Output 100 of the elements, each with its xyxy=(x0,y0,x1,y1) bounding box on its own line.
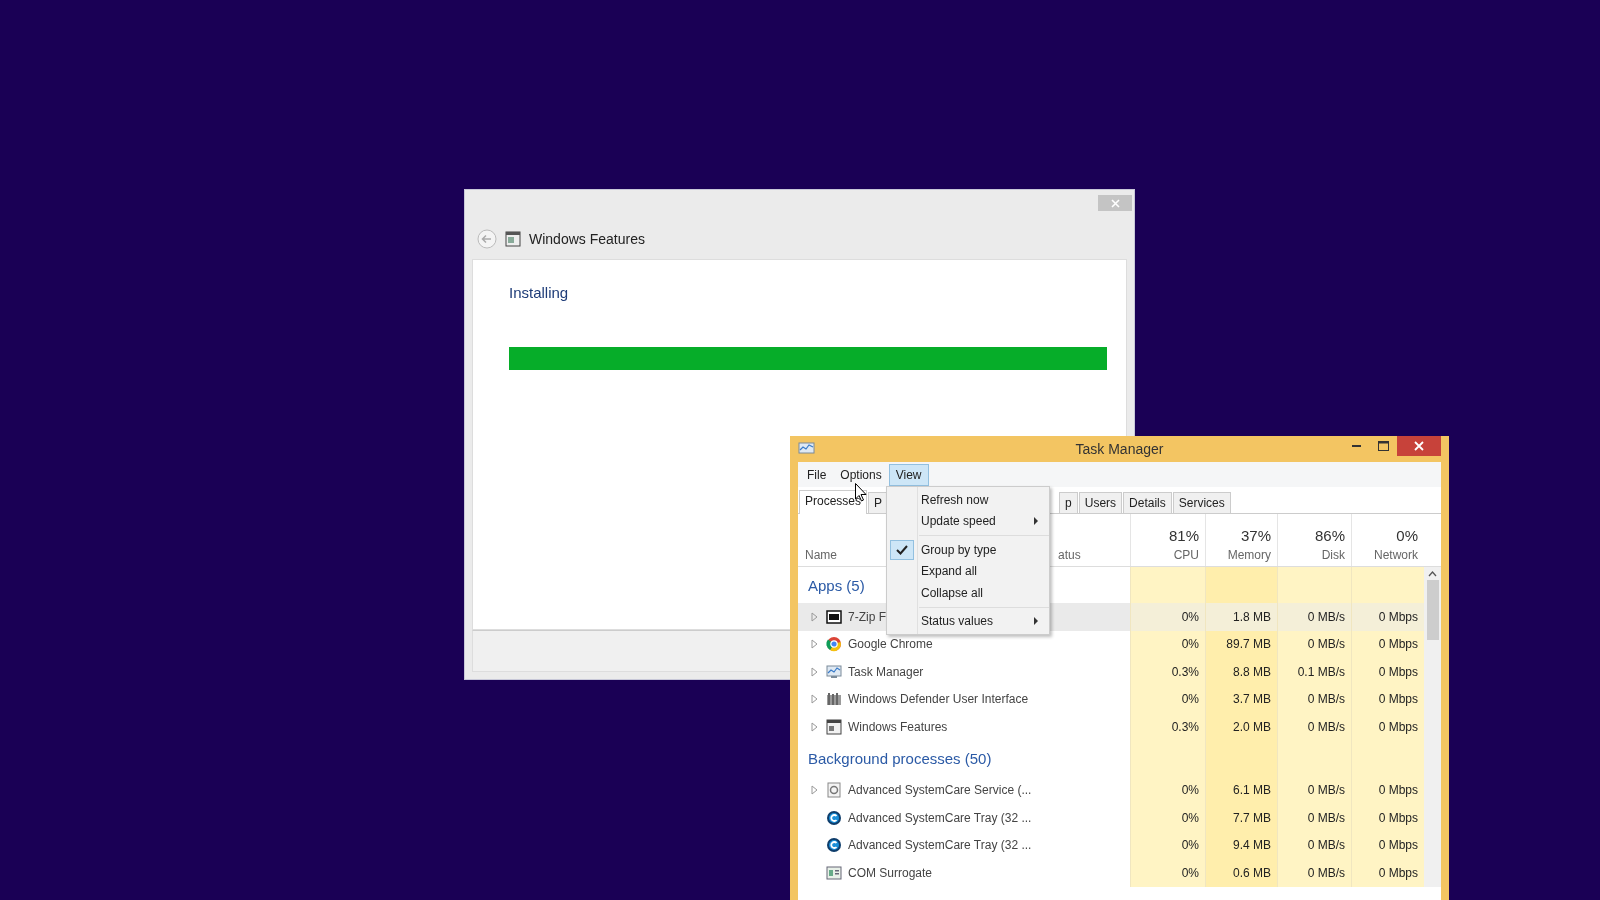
status-heading: Installing xyxy=(509,284,570,301)
cpu-cell: 0.3% xyxy=(1130,713,1205,741)
memory-cell: 7.7 MB xyxy=(1205,804,1277,832)
tab[interactable]: p xyxy=(1059,492,1078,513)
expand-icon[interactable] xyxy=(808,665,820,678)
network-cell: 0 Mbps xyxy=(1351,776,1424,804)
network-column-header[interactable]: Network xyxy=(1374,548,1418,562)
process-name: Advanced SystemCare Service (... xyxy=(848,783,1032,798)
cpu-cell: 0% xyxy=(1130,831,1205,859)
tab[interactable]: P xyxy=(868,492,889,513)
expand-icon[interactable] xyxy=(808,638,820,651)
network-cell: 0 Mbps xyxy=(1351,603,1424,631)
memory-column-header[interactable]: Memory xyxy=(1227,548,1271,562)
disk-cell: 0 MB/s xyxy=(1277,776,1351,804)
disk-cell: 0 MB/s xyxy=(1277,859,1351,887)
close-icon xyxy=(1414,441,1424,451)
process-row[interactable]: Advanced SystemCare Tray (32 ... 0% 7.7 MB 0 MB/s 0 Mbps xyxy=(798,804,1424,832)
scroll-up-icon[interactable] xyxy=(1428,571,1437,577)
network-cell: 0 Mbps xyxy=(1351,630,1424,658)
disk-column-header[interactable]: Disk xyxy=(1321,548,1345,562)
close-button[interactable] xyxy=(1098,195,1132,211)
memory-percent: 37% xyxy=(1240,527,1271,544)
window-title: Task Manager xyxy=(1075,441,1164,457)
memory-cell: 6.1 MB xyxy=(1205,776,1277,804)
disk-cell: 0 MB/s xyxy=(1277,804,1351,832)
memory-cell: 3.7 MB xyxy=(1205,685,1277,713)
minimize-icon xyxy=(1352,445,1361,447)
cpu-percent: 81% xyxy=(1168,527,1199,544)
expand-icon[interactable] xyxy=(808,693,820,706)
process-row[interactable]: Advanced SystemCare Service (... 0% 6.1 MB 0 MB/s 0 Mbps xyxy=(798,776,1424,804)
menu-item[interactable]: Options xyxy=(833,463,889,486)
scrollbar[interactable] xyxy=(1424,567,1441,887)
expand-icon[interactable] xyxy=(808,720,820,733)
menu-option[interactable]: Expand all xyxy=(887,560,1049,582)
service-icon xyxy=(826,782,842,799)
cpu-cell: 0% xyxy=(1130,685,1205,713)
tray-app-icon xyxy=(826,837,842,854)
tab[interactable]: Users xyxy=(1078,492,1123,513)
monitor-chart-icon xyxy=(798,441,816,457)
cpu-column-header[interactable]: CPU xyxy=(1173,548,1199,562)
cpu-cell: 0% xyxy=(1130,603,1205,631)
process-name: Windows Defender User Interface xyxy=(848,692,1029,707)
archive-icon xyxy=(826,608,842,625)
process-row[interactable]: Windows Features 0.3% 2.0 MB 0 MB/s 0 Mbps xyxy=(798,713,1424,741)
tab[interactable]: Details xyxy=(1123,492,1172,513)
expand-icon[interactable] xyxy=(808,784,820,797)
process-row[interactable]: COM Surrogate 0% 0.6 MB 0 MB/s 0 Mbps xyxy=(798,859,1424,887)
menu-option[interactable]: Collapse all xyxy=(887,582,1049,604)
browser-icon xyxy=(826,636,842,653)
scroll-thumb[interactable] xyxy=(1426,580,1439,640)
group-heading: Background processes (50) xyxy=(808,750,992,767)
cpu-cell: 0% xyxy=(1130,630,1205,658)
cpu-cell: 0.3% xyxy=(1130,658,1205,686)
check-icon xyxy=(896,544,908,555)
back-icon[interactable] xyxy=(477,229,497,249)
close-icon xyxy=(1110,198,1120,208)
disk-cell: 0 MB/s xyxy=(1277,603,1351,631)
disk-cell: 0 MB/s xyxy=(1277,630,1351,658)
cpu-cell: 0% xyxy=(1130,804,1205,832)
disk-cell: 0 MB/s xyxy=(1277,685,1351,713)
menu-option[interactable]: Refresh now xyxy=(887,489,1049,511)
tab[interactable]: Services xyxy=(1172,492,1231,513)
memory-cell: 9.4 MB xyxy=(1205,831,1277,859)
menu-item[interactable]: View xyxy=(888,463,929,486)
network-cell: 0 Mbps xyxy=(1351,713,1424,741)
process-row[interactable]: Task Manager 0.3% 8.8 MB 0.1 MB/s 0 Mbps xyxy=(798,658,1424,686)
menu-item[interactable]: File xyxy=(800,463,834,486)
tray-app-icon xyxy=(826,809,842,826)
castle-icon xyxy=(826,691,842,708)
process-row[interactable]: Advanced SystemCare Tray (32 ... 0% 9.4 MB 0 MB/s 0 Mbps xyxy=(798,831,1424,859)
disk-cell: 0.1 MB/s xyxy=(1277,658,1351,686)
shaded-cell xyxy=(1205,567,1277,603)
close-button[interactable] xyxy=(1397,436,1441,456)
menu-option[interactable]: Status values xyxy=(887,610,1049,632)
menu-option[interactable]: Group by type xyxy=(887,539,1049,561)
disk-percent: 86% xyxy=(1314,527,1345,544)
process-name: Windows Features xyxy=(848,719,948,734)
cpu-cell: 0% xyxy=(1130,776,1205,804)
process-name: 7-Zip F xyxy=(848,609,886,624)
window-icon xyxy=(826,864,842,881)
submenu-arrow-icon xyxy=(1032,617,1040,626)
maximize-icon xyxy=(1378,441,1389,451)
process-name: Advanced SystemCare Tray (32 ... xyxy=(848,838,1032,853)
network-cell: 0 Mbps xyxy=(1351,831,1424,859)
process-row[interactable]: Windows Defender User Interface 0% 3.7 MB 0 MB/s 0 Mbps xyxy=(798,685,1424,713)
monitor-chart-icon xyxy=(826,663,842,680)
memory-cell: 1.8 MB xyxy=(1205,603,1277,631)
expand-icon[interactable] xyxy=(808,610,820,623)
window-icon xyxy=(826,718,842,735)
network-percent: 0% xyxy=(1396,527,1418,544)
status-column-header[interactable]: atus xyxy=(1058,548,1081,562)
menu-option[interactable]: Update speed xyxy=(887,510,1049,532)
name-column-header[interactable]: Name xyxy=(805,548,837,562)
process-name: Task Manager xyxy=(848,664,924,679)
process-name: COM Surrogate xyxy=(848,865,933,880)
window-title: Windows Features xyxy=(529,231,645,247)
network-cell: 0 Mbps xyxy=(1351,804,1424,832)
memory-cell: 89.7 MB xyxy=(1205,630,1277,658)
submenu-arrow-icon xyxy=(1032,517,1040,526)
process-name: Advanced SystemCare Tray (32 ... xyxy=(848,810,1032,825)
